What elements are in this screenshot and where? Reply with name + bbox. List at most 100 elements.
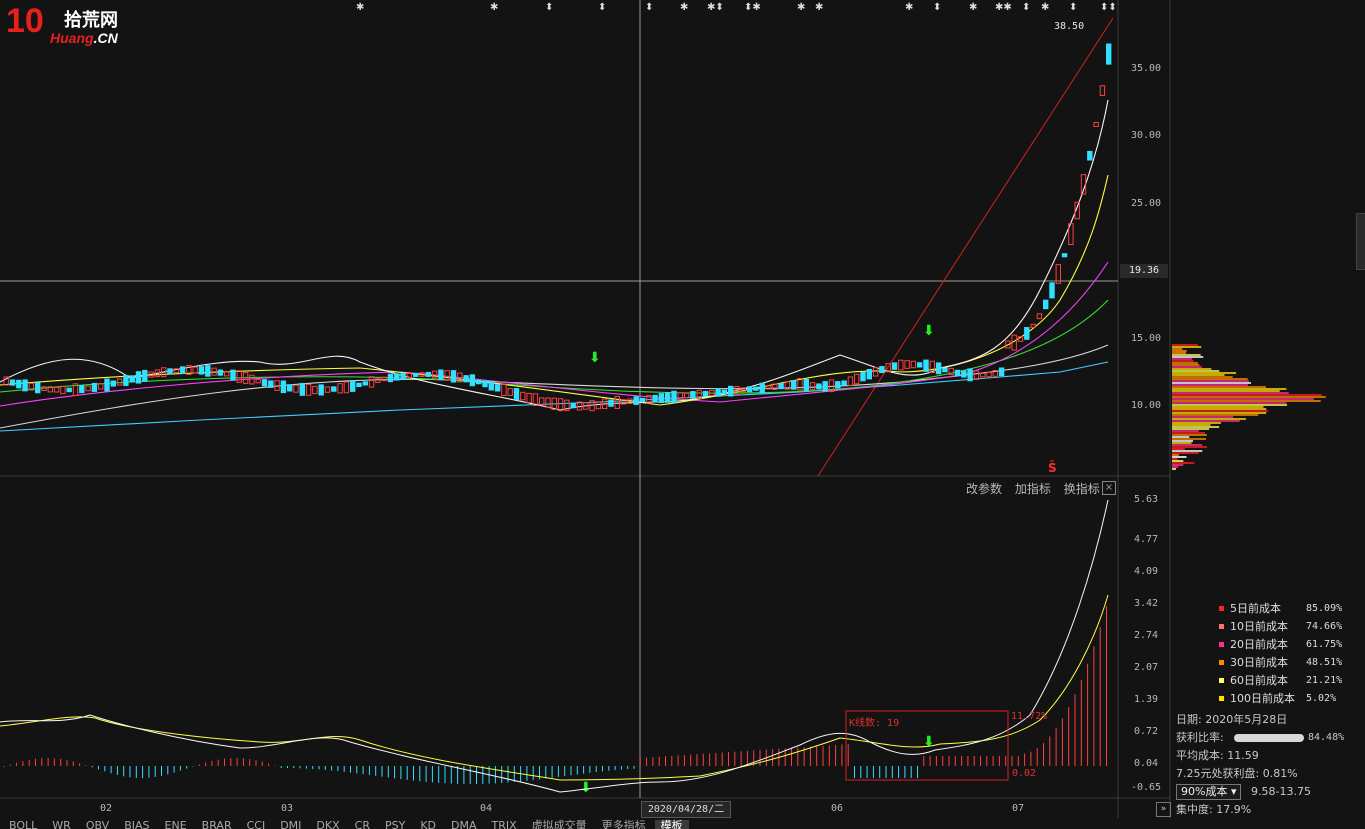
indicator-tab[interactable]: CR: [349, 820, 376, 829]
close-indicator-button[interactable]: ×: [1102, 481, 1116, 495]
candle: [463, 375, 469, 383]
svg-text:⬍✱: ⬍✱: [744, 2, 761, 13]
candle: [570, 403, 576, 409]
candle: [129, 375, 135, 383]
indicator-tab[interactable]: CCI: [241, 820, 272, 829]
indicator-tab[interactable]: 虚拟成交量: [526, 820, 593, 829]
candle: [324, 386, 331, 393]
candle: [860, 372, 866, 382]
cost-legend-row: 100日前成本 5.02%: [1216, 690, 1364, 708]
indicator-toolbar: 改参数 加指标 换指标: [966, 480, 1109, 497]
add-indicator-button[interactable]: 加指标: [1015, 482, 1051, 496]
candle: [368, 376, 375, 388]
candlesticks: [3, 43, 1112, 412]
indicator-tab[interactable]: WR: [46, 820, 77, 829]
candle: [980, 372, 986, 378]
candle: [753, 386, 759, 391]
candle: [1030, 323, 1036, 328]
candle: [438, 369, 444, 381]
candle: [639, 397, 646, 403]
candle: [998, 367, 1005, 377]
candle: [60, 385, 66, 395]
svg-text:⬇: ⬇: [580, 780, 592, 796]
cost-legend-row: 30日前成本 48.51%: [1216, 654, 1364, 672]
candle: [1036, 313, 1043, 320]
candle: [16, 379, 22, 389]
svg-text:✱⬍: ✱⬍: [707, 2, 724, 13]
legend-label: 30日前成本: [1230, 656, 1288, 669]
candle: [79, 385, 85, 394]
candle: [387, 373, 394, 383]
candle: [167, 368, 173, 375]
svg-text:✱✱: ✱✱: [995, 2, 1012, 13]
candle: [1099, 85, 1106, 96]
indicator-tab[interactable]: TRIX: [486, 820, 523, 829]
cost-legend-row: 60日前成本 21.21%: [1216, 672, 1364, 690]
candle: [816, 383, 822, 390]
candle: [759, 382, 765, 394]
expand-panel-button[interactable]: »: [1156, 802, 1171, 817]
indicator-tab[interactable]: KD: [414, 820, 442, 829]
candle: [1106, 43, 1112, 65]
candle: [809, 382, 816, 390]
svg-text:✱: ✱: [969, 2, 977, 13]
legend-label: 10日前成本: [1230, 620, 1288, 633]
candle: [967, 368, 973, 382]
candle: [841, 380, 847, 386]
indicator-tab[interactable]: BOLL: [3, 820, 43, 829]
candle: [652, 394, 658, 403]
candle: [501, 383, 507, 396]
indicator-tab[interactable]: 更多指标: [596, 820, 652, 829]
candle: [224, 371, 230, 377]
svg-text:✱: ✱: [905, 2, 913, 13]
candle: [280, 380, 287, 394]
candle: [179, 366, 186, 375]
candle: [261, 379, 268, 387]
indicator-tab[interactable]: DMI: [274, 820, 307, 829]
candle: [305, 383, 312, 396]
indicator-tab[interactable]: ENE: [159, 820, 193, 829]
cost-select[interactable]: 90%成本 ▾: [1176, 784, 1242, 800]
scrollbar[interactable]: [1356, 213, 1365, 270]
legend-value: 85.09%: [1306, 603, 1343, 614]
indicator-tab[interactable]: OBV: [80, 820, 115, 829]
indicator-tab[interactable]: BIAS: [118, 820, 155, 829]
profit-ratio-bar: [1234, 734, 1304, 742]
month-tick: 02: [100, 803, 113, 814]
svg-text:⬇: ⬇: [923, 323, 935, 339]
candle: [205, 365, 211, 377]
candle: [1087, 150, 1093, 161]
candle: [778, 383, 784, 390]
indicator-tab[interactable]: BRAR: [196, 820, 238, 829]
svg-text:✱: ✱: [490, 2, 498, 13]
legend-value: 5.02%: [1306, 693, 1337, 704]
candle: [614, 396, 620, 409]
candle: [482, 380, 488, 388]
candle: [917, 362, 923, 368]
candle: [198, 366, 205, 375]
candle: [526, 392, 532, 403]
candle: [715, 388, 721, 397]
switch-indicator-button[interactable]: 换指标: [1064, 482, 1100, 496]
chip-distribution: [1172, 344, 1326, 470]
svg-text:⬍: ⬍: [645, 2, 653, 13]
candle: [557, 398, 564, 412]
candle: [469, 374, 476, 387]
indicator-tabs: BOLL WR OBV BIAS ENE BRAR CCI DMI DKX CR PSY KD DMA T…: [0, 819, 800, 829]
candle: [104, 378, 110, 392]
indicator-tick: 3.42: [1133, 598, 1159, 609]
candle: [608, 399, 614, 407]
candle: [142, 369, 148, 382]
svg-text:Ŝ: Ŝ: [1048, 460, 1057, 475]
indicator-tab[interactable]: DKX: [310, 820, 345, 829]
candle: [1043, 299, 1049, 310]
indicator-tab[interactable]: 模板: [654, 820, 689, 829]
candle: [633, 396, 639, 405]
candle: [450, 370, 457, 383]
indicator-tab[interactable]: DMA: [445, 820, 483, 829]
svg-text:✱: ✱: [797, 2, 805, 13]
modify-params-button[interactable]: 改参数: [966, 482, 1002, 496]
cost-legend-row: 5日前成本 85.09%: [1216, 600, 1364, 618]
indicator-tab[interactable]: PSY: [379, 820, 411, 829]
svg-text:⬍⬍: ⬍⬍: [1100, 2, 1117, 13]
